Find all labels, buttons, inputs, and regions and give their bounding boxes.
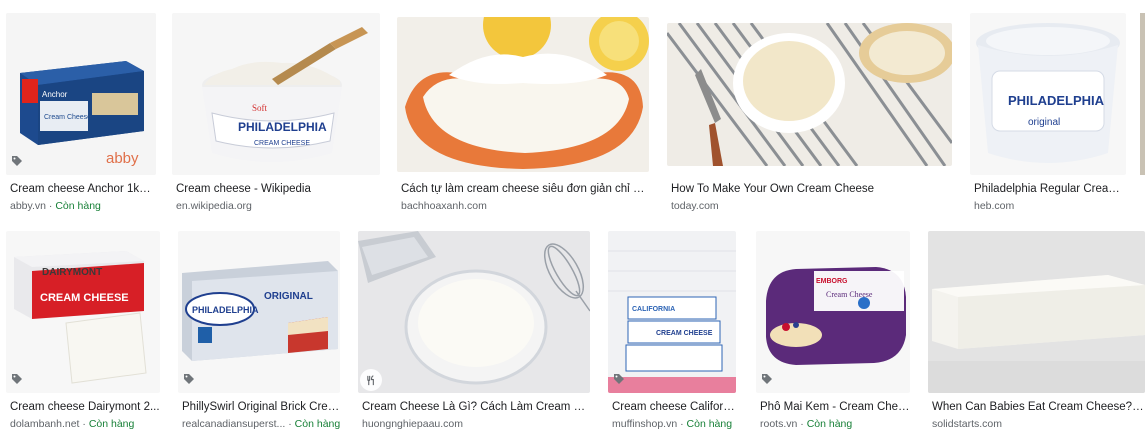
- result-title[interactable]: Cream cheese - Wikipedia: [176, 183, 380, 195]
- svg-text:DAIRYMONT: DAIRYMONT: [42, 267, 102, 278]
- svg-text:Anchor: Anchor: [42, 90, 68, 99]
- in-stock-label: Còn hàng: [806, 418, 853, 430]
- svg-text:abby: abby: [106, 150, 139, 167]
- result-thumbnail[interactable]: [928, 231, 1145, 393]
- svg-text:PHILADELPHIA: PHILADELPHIA: [1008, 93, 1105, 108]
- svg-text:ORIGINAL: ORIGINAL: [264, 291, 313, 302]
- result-thumbnail[interactable]: PHILADELPHIA Soft CREAM CHEESE: [172, 13, 380, 175]
- result-source[interactable]: abby.vn · Còn hàng: [10, 200, 156, 212]
- result-thumbnail[interactable]: CALIFORNIA CREAM CHEESE: [608, 231, 736, 393]
- result-source[interactable]: heb.com: [974, 200, 1126, 212]
- result-source[interactable]: dolambanh.net · Còn hàng: [10, 418, 160, 430]
- image-result-card[interactable]: CALIFORNIA CREAM CHEESE Cream cheese Cal…: [608, 231, 736, 431]
- result-thumbnail[interactable]: EMBORG Cream Cheese: [756, 231, 910, 393]
- image-result-card[interactable]: PHILADELPHIA ORIGINAL PhillySwirl Origin…: [178, 231, 340, 431]
- result-title[interactable]: Cream cheese Californi...: [612, 401, 736, 413]
- image-result-card[interactable]: DAIRYMONT CREAM CHEESE Cream cheese Dair…: [6, 231, 160, 431]
- recipe-icon: [360, 369, 382, 391]
- image-result-card[interactable]: Cream Cheese Là Gì? Cách Làm Cream Che..…: [358, 231, 590, 431]
- svg-text:Cream Cheese: Cream Cheese: [44, 114, 91, 121]
- image-result-card[interactable]: PHILADELPHIA original Philadelphia Regul…: [970, 13, 1126, 213]
- svg-text:EMBORG: EMBORG: [816, 278, 848, 285]
- result-title[interactable]: Cream cheese Dairymont 2...: [10, 401, 160, 413]
- result-thumbnail[interactable]: PHILADELPHIA ORIGINAL: [178, 231, 340, 393]
- result-title[interactable]: When Can Babies Eat Cream Cheese? - Sol.…: [932, 401, 1145, 413]
- in-stock-label: Còn hàng: [55, 200, 101, 212]
- result-source[interactable]: muffinshop.vn · Còn hàng: [612, 418, 736, 430]
- image-result-card[interactable]: Anchor Cream Cheese abby Cream cheese An…: [6, 13, 156, 213]
- svg-text:CREAM CHEESE: CREAM CHEESE: [254, 140, 310, 147]
- product-tag-icon: [10, 155, 24, 167]
- result-title[interactable]: Cách tự làm cream cheese siêu đơn giản c…: [401, 183, 649, 195]
- image-result-card[interactable]: Cách tự làm cream cheese siêu đơn giản c…: [397, 17, 649, 213]
- result-title[interactable]: Phô Mai Kem - Cream Chee...: [760, 401, 910, 413]
- image-result-card[interactable]: [1140, 13, 1145, 175]
- result-source[interactable]: en.wikipedia.org: [176, 200, 380, 212]
- svg-text:PHILADELPHIA: PHILADELPHIA: [238, 120, 327, 134]
- result-source[interactable]: today.com: [671, 200, 952, 212]
- result-thumbnail[interactable]: DAIRYMONT CREAM CHEESE: [6, 231, 160, 393]
- product-tag-icon: [182, 373, 196, 385]
- result-thumbnail[interactable]: [358, 231, 590, 393]
- result-thumbnail[interactable]: [397, 17, 649, 172]
- product-tag-icon: [760, 373, 774, 385]
- result-title[interactable]: Cream cheese Anchor 1kg ...: [10, 183, 156, 195]
- in-stock-label: Còn hàng: [88, 418, 135, 430]
- image-result-card[interactable]: EMBORG Cream Cheese Phô Mai Kem - Cream …: [756, 231, 910, 431]
- result-thumbnail[interactable]: [667, 23, 952, 166]
- result-thumbnail[interactable]: PHILADELPHIA original: [970, 13, 1126, 175]
- result-source[interactable]: solidstarts.com: [932, 418, 1145, 430]
- product-tag-icon: [612, 373, 626, 385]
- result-title[interactable]: Cream Cheese Là Gì? Cách Làm Cream Che..…: [362, 401, 590, 413]
- result-source[interactable]: roots.vn · Còn hàng: [760, 418, 910, 430]
- svg-text:original: original: [1028, 117, 1060, 128]
- in-stock-label: Còn hàng: [686, 418, 733, 430]
- result-source[interactable]: realcanadiansuperst... · Còn hàng: [182, 418, 340, 430]
- image-result-card[interactable]: When Can Babies Eat Cream Cheese? - Sol.…: [928, 231, 1145, 431]
- svg-text:CREAM CHEESE: CREAM CHEESE: [656, 330, 713, 337]
- result-title[interactable]: Philadelphia Regular Cream ...: [974, 183, 1126, 195]
- svg-text:PHILADELPHIA: PHILADELPHIA: [192, 305, 259, 315]
- image-result-card[interactable]: PHILADELPHIA Soft CREAM CHEESE Cream che…: [172, 13, 380, 213]
- result-thumbnail[interactable]: Anchor Cream Cheese abby: [6, 13, 156, 175]
- svg-text:CALIFORNIA: CALIFORNIA: [632, 306, 675, 313]
- result-source[interactable]: bachhoaxanh.com: [401, 200, 649, 212]
- product-tag-icon: [10, 373, 24, 385]
- in-stock-label: Còn hàng: [294, 418, 340, 430]
- image-result-card[interactable]: How To Make Your Own Cream Cheese today.…: [667, 23, 952, 213]
- result-source[interactable]: huongnghiepaau.com: [362, 418, 590, 430]
- result-title[interactable]: PhillySwirl Original Brick Crea...: [182, 401, 340, 413]
- result-title[interactable]: How To Make Your Own Cream Cheese: [671, 183, 952, 195]
- svg-text:CREAM CHEESE: CREAM CHEESE: [40, 292, 129, 304]
- svg-text:Soft: Soft: [252, 103, 268, 113]
